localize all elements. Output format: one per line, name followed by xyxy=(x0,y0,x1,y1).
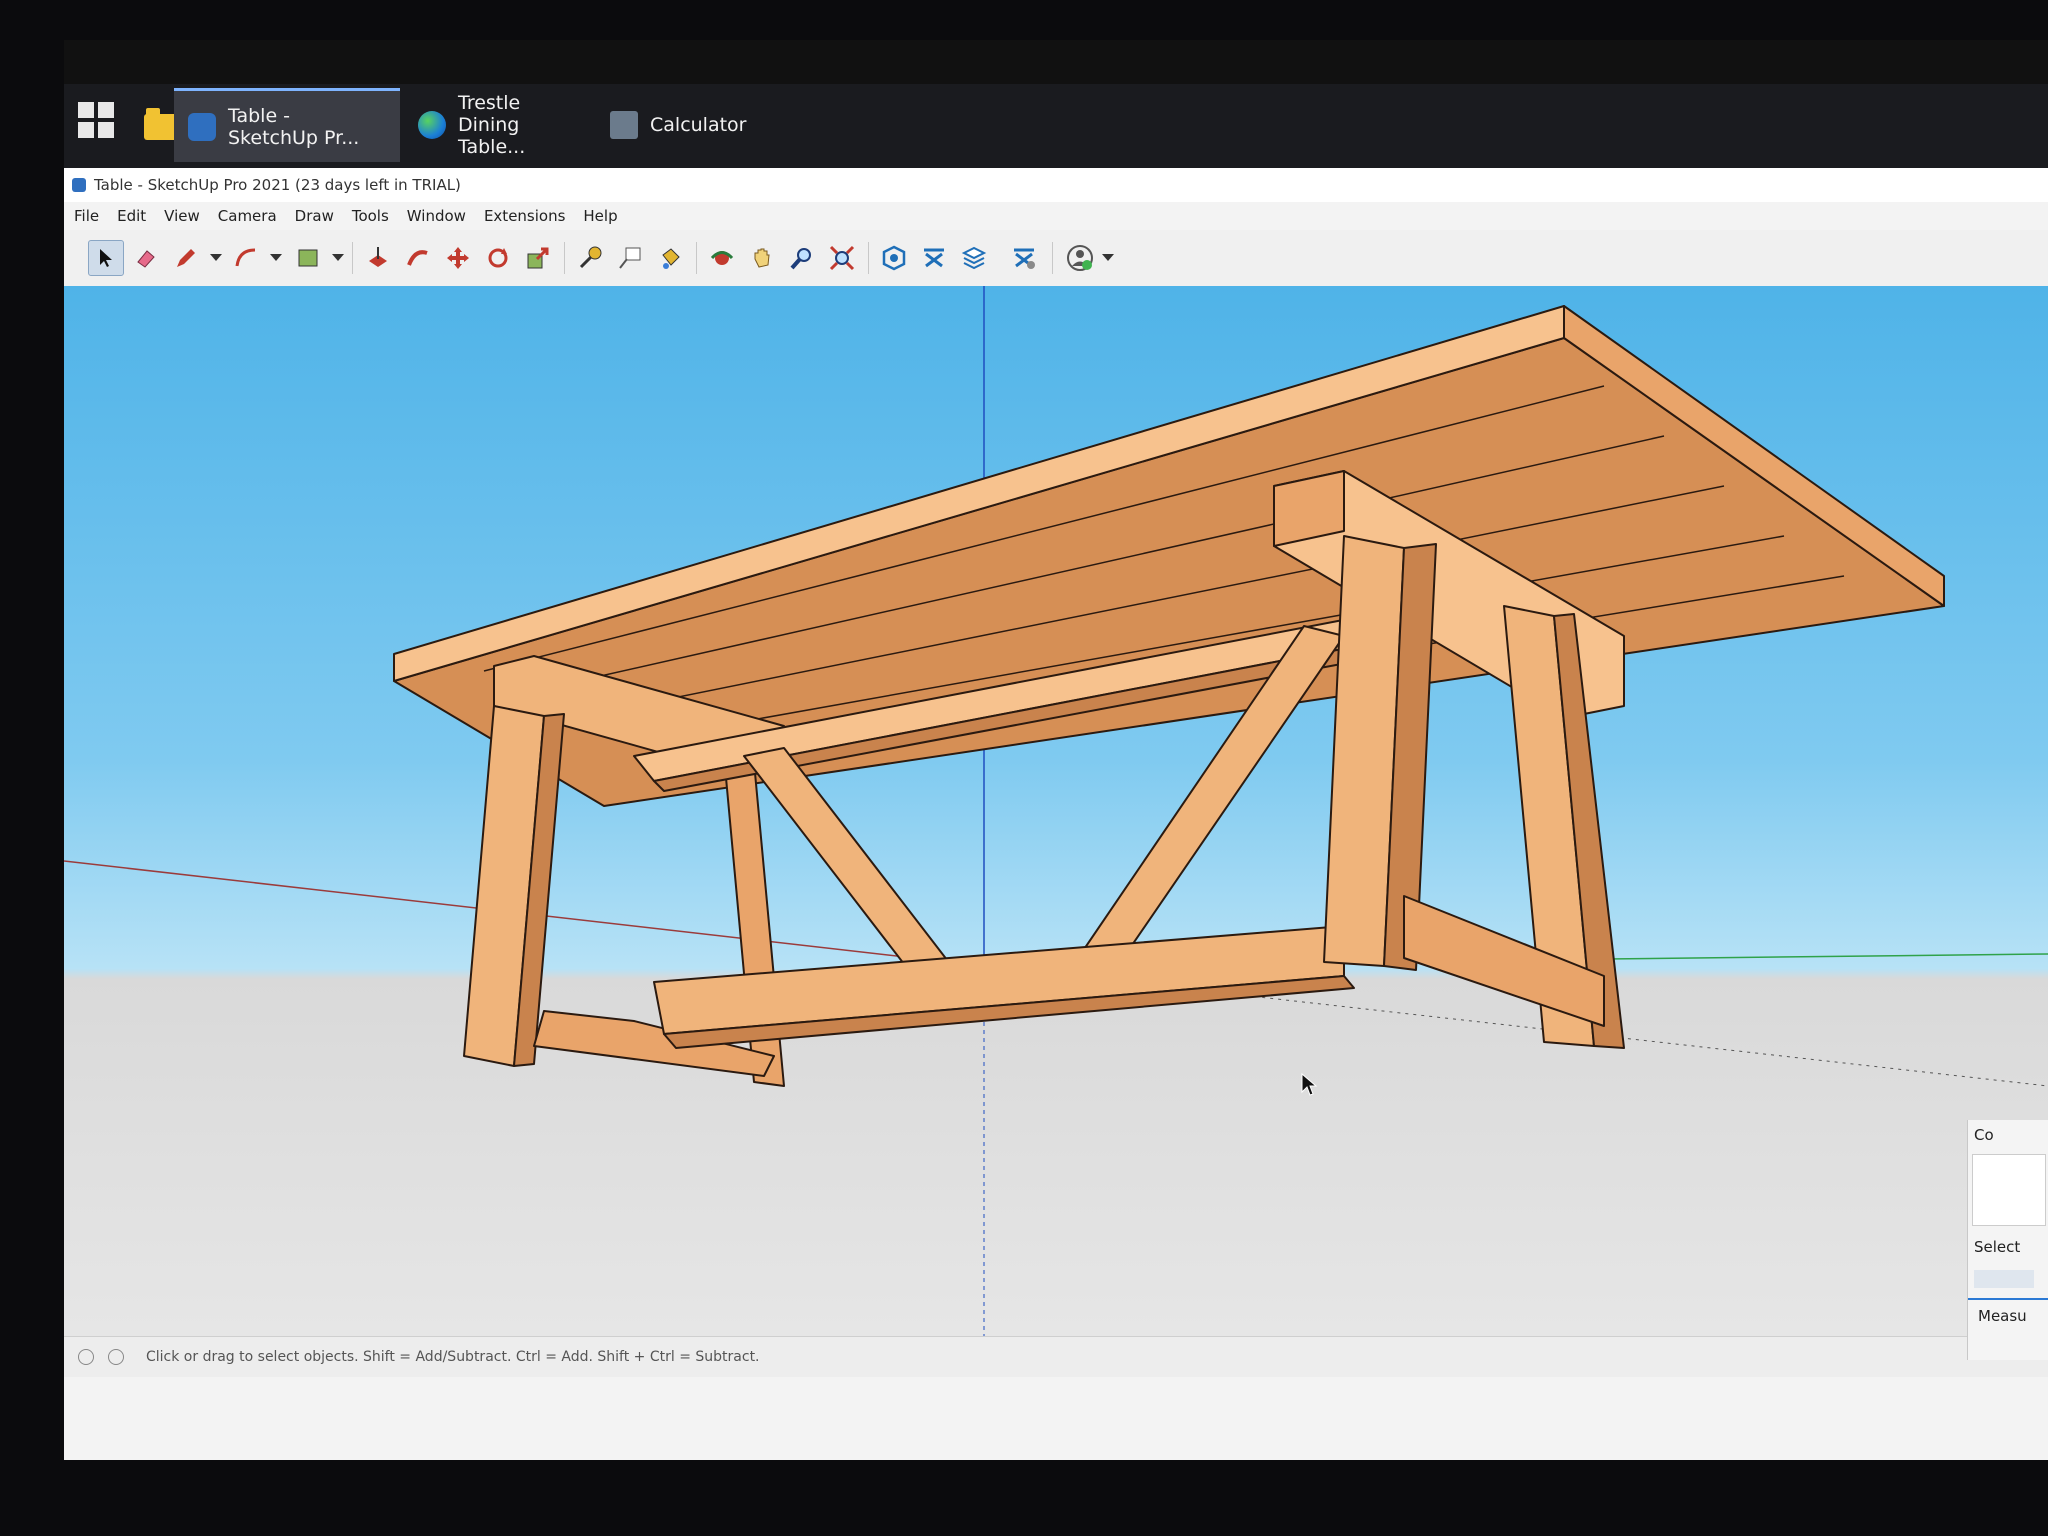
mouse-cursor-icon xyxy=(1301,1072,1318,1096)
extension-manager-icon xyxy=(1014,248,1035,269)
3d-warehouse-button[interactable] xyxy=(876,240,912,276)
menu-window[interactable]: Window xyxy=(407,207,466,225)
tape-measure-icon xyxy=(579,246,602,269)
layout-button[interactable] xyxy=(956,240,992,276)
monitor-screen: Table - SketchUp Pr... Trestle Dining Ta… xyxy=(64,40,2048,1460)
extension-warehouse-icon xyxy=(924,248,944,268)
menu-help[interactable]: Help xyxy=(583,207,617,225)
table-model[interactable] xyxy=(64,286,2048,1336)
pan-tool-button[interactable] xyxy=(744,240,780,276)
window-titlebar: Table - SketchUp Pro 2021 (23 days left … xyxy=(64,168,2048,202)
measurements-label: Measu xyxy=(1978,1307,2027,1325)
orbit-icon xyxy=(710,251,734,265)
rectangle-icon xyxy=(298,249,318,267)
geo-location-icon[interactable] xyxy=(78,1349,94,1365)
taskbar-item-calculator[interactable]: Calculator xyxy=(596,88,776,162)
account-button[interactable] xyxy=(1062,240,1098,276)
status-bar: Click or drag to select objects. Shift =… xyxy=(64,1336,2048,1377)
menu-draw[interactable]: Draw xyxy=(295,207,334,225)
follow-me-tool-button[interactable] xyxy=(400,240,436,276)
taskbar-item-label: Table - SketchUp Pr... xyxy=(228,104,360,149)
arc-icon xyxy=(235,248,256,267)
status-hint: Click or drag to select objects. Shift =… xyxy=(146,1349,760,1365)
rectangle-tool-button[interactable] xyxy=(290,240,326,276)
menu-tools[interactable]: Tools xyxy=(352,207,389,225)
measurements-box[interactable]: Measu xyxy=(1968,1298,2048,1332)
orbit-tool-button[interactable] xyxy=(704,240,740,276)
menu-edit[interactable]: Edit xyxy=(117,207,146,225)
push-pull-icon xyxy=(369,247,387,267)
sketchup-icon xyxy=(188,112,216,141)
paint-bucket-icon xyxy=(662,248,680,269)
taskbar-item-label: Trestle Dining Table... xyxy=(458,92,526,158)
scale-tool-button[interactable] xyxy=(520,240,556,276)
push-pull-tool-button[interactable] xyxy=(360,240,396,276)
menu-extensions[interactable]: Extensions xyxy=(484,207,565,225)
layout-icon xyxy=(961,246,987,270)
eraser-icon xyxy=(137,250,155,268)
sketchup-icon xyxy=(72,178,86,192)
extension-manager-button[interactable] xyxy=(1006,240,1042,276)
taskbar-item-label: Calculator xyxy=(650,114,747,136)
window-title: Table - SketchUp Pro 2021 (23 days left … xyxy=(94,176,461,194)
menu-view[interactable]: View xyxy=(164,207,200,225)
move-tool-button[interactable] xyxy=(440,240,476,276)
scale-icon xyxy=(527,247,549,269)
tray-preview-box xyxy=(1972,1154,2046,1226)
3d-viewport[interactable] xyxy=(64,286,2048,1336)
warehouse-icon xyxy=(882,245,906,271)
text-tool-button[interactable] xyxy=(612,240,648,276)
info-icon[interactable] xyxy=(108,1349,124,1365)
zoom-tool-button[interactable] xyxy=(784,240,820,276)
pencil-icon xyxy=(177,249,195,267)
account-dropdown[interactable] xyxy=(1102,254,1114,261)
edge-icon xyxy=(418,111,446,139)
taskbar-item-sketchup[interactable]: Table - SketchUp Pr... xyxy=(174,88,400,162)
tray-tool-icons[interactable] xyxy=(1974,1270,2034,1288)
menu-camera[interactable]: Camera xyxy=(218,207,277,225)
select-tool-button[interactable] xyxy=(88,240,124,276)
tray-select-label: Select xyxy=(1974,1238,2021,1256)
move-icon xyxy=(447,247,469,269)
menu-file[interactable]: File xyxy=(74,207,99,225)
rectangle-dropdown[interactable] xyxy=(332,254,344,261)
left-diagonal-brace xyxy=(743,747,965,991)
zoom-icon xyxy=(790,248,811,270)
zoom-extents-tool-button[interactable] xyxy=(824,240,860,276)
calculator-icon xyxy=(610,111,638,139)
extension-warehouse-button[interactable] xyxy=(916,240,952,276)
zoom-extents-icon xyxy=(829,245,855,271)
windows-start-icon[interactable] xyxy=(78,102,114,138)
tape-measure-tool-button[interactable] xyxy=(572,240,608,276)
tray-section-header[interactable]: Co xyxy=(1974,1126,1994,1144)
text-icon xyxy=(619,247,641,269)
main-toolbar xyxy=(64,230,2048,287)
rotate-tool-button[interactable] xyxy=(480,240,516,276)
arc-tool-button[interactable] xyxy=(228,240,264,276)
account-icon xyxy=(1067,245,1093,271)
eraser-tool-button[interactable] xyxy=(128,240,164,276)
follow-me-icon xyxy=(407,250,428,266)
taskbar-item-edge[interactable]: Trestle Dining Table... xyxy=(404,88,586,162)
sketchup-window: Table - SketchUp Pro 2021 (23 days left … xyxy=(64,168,2048,1460)
select-icon xyxy=(100,249,112,267)
arc-dropdown[interactable] xyxy=(270,254,282,261)
paint-bucket-tool-button[interactable] xyxy=(652,240,688,276)
pan-icon xyxy=(754,248,770,268)
pencil-tool-button[interactable] xyxy=(168,240,204,276)
pencil-dropdown[interactable] xyxy=(210,254,222,261)
menu-bar: File Edit View Camera Draw Tools Window … xyxy=(64,202,2048,230)
rotate-icon xyxy=(488,248,508,268)
